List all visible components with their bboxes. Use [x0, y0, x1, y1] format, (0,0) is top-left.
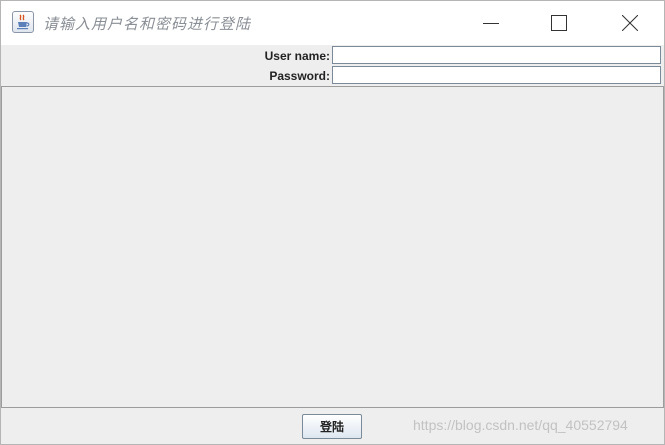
minimize-button[interactable] [468, 1, 514, 45]
content-panel [1, 86, 664, 408]
login-button[interactable]: 登陆 [302, 414, 362, 439]
close-button[interactable] [607, 1, 653, 45]
window-title: 请输入用户名和密码进行登陆 [43, 15, 252, 33]
java-cup-icon[interactable] [12, 11, 34, 33]
watermark: https://blog.csdn.net/qq_40552794 [413, 417, 628, 433]
login-window: 请输入用户名和密码进行登陆 User name: Password: 登陆 ht… [0, 0, 665, 445]
minimize-icon [483, 23, 499, 24]
maximize-button[interactable] [536, 1, 582, 45]
password-label: Password: [269, 69, 330, 83]
password-field[interactable] [332, 66, 661, 84]
username-field[interactable] [332, 46, 661, 64]
title-bar[interactable]: 请输入用户名和密码进行登陆 [1, 1, 664, 45]
username-label: User name: [264, 49, 330, 63]
close-icon [622, 15, 638, 31]
maximize-icon [551, 15, 567, 31]
